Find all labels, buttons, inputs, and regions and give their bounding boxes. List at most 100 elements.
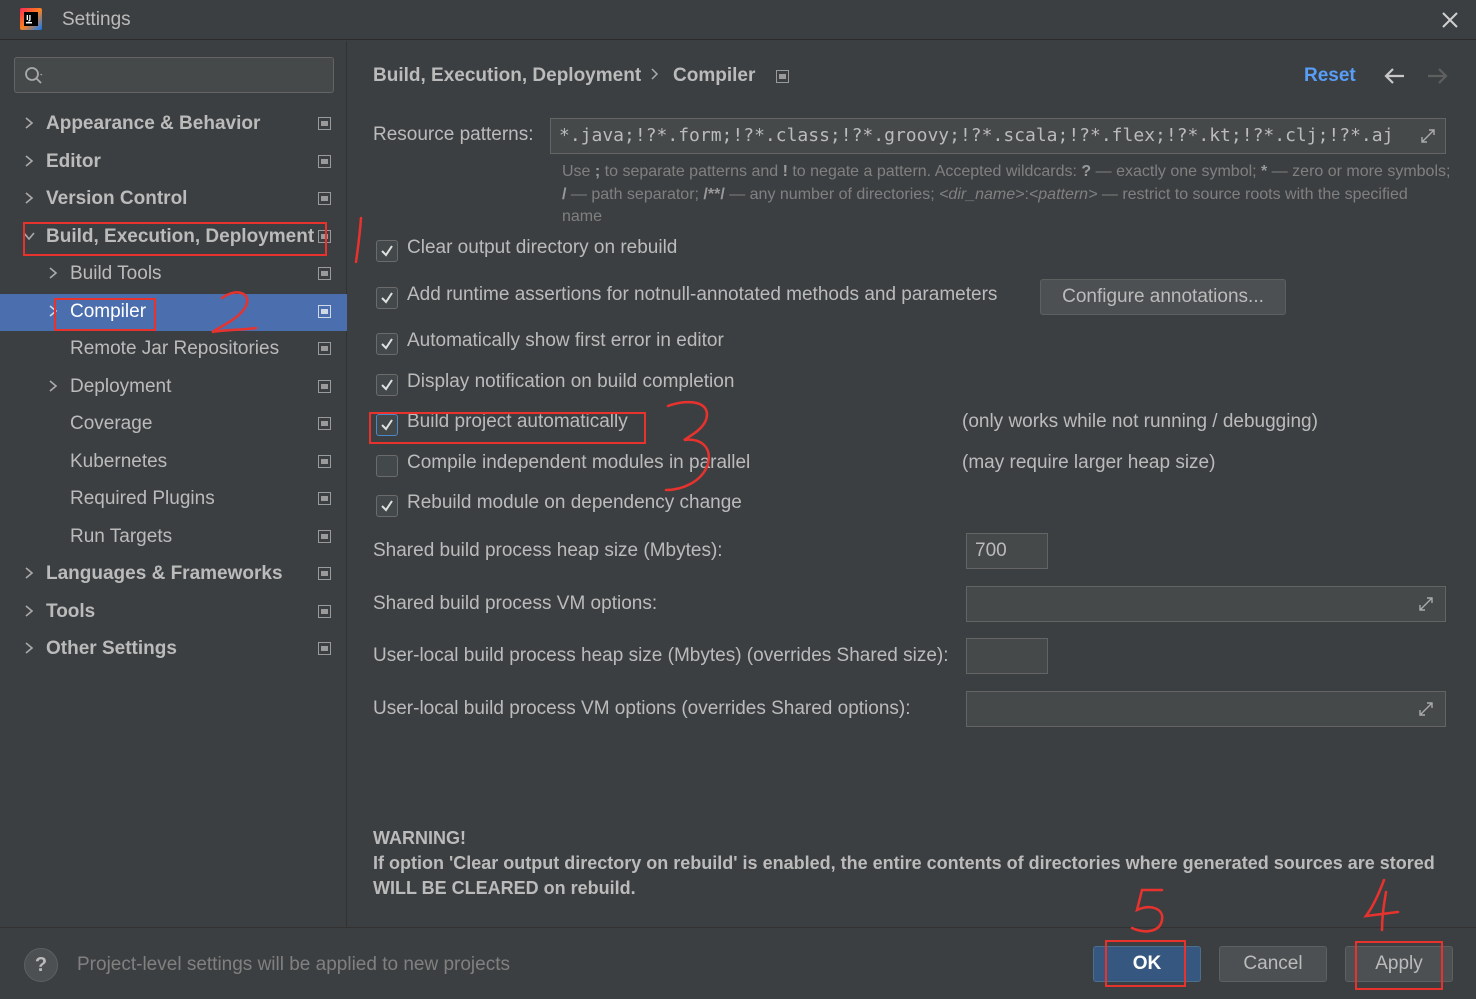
checkbox-checked[interactable] <box>376 287 398 309</box>
resource-patterns-value: *.java;!?*.form;!?*.class;!?*.groovy;!?*… <box>559 125 1394 146</box>
chevron-right-icon <box>25 567 34 579</box>
checkbox-checked[interactable] <box>376 333 398 355</box>
option-label: Rebuild module on dependency change <box>407 492 742 513</box>
footer-note: Project-level settings will be applied t… <box>77 954 510 975</box>
configure-annotations-button[interactable]: Configure annotations... <box>1040 279 1286 315</box>
option-label: Add runtime assertions for notnull-annot… <box>407 284 998 305</box>
sidebar-item-coverage[interactable]: Coverage <box>0 406 347 443</box>
sidebar-item-build-tools[interactable]: Build Tools <box>0 256 347 293</box>
user-vm-input[interactable] <box>966 691 1446 727</box>
expand-icon[interactable] <box>1417 700 1435 718</box>
checkbox-unchecked[interactable] <box>376 455 398 477</box>
sidebar-item-label: Editor <box>46 151 101 172</box>
user-heap-input[interactable] <box>966 638 1048 674</box>
sidebar-item-run-targets[interactable]: Run Targets <box>0 519 347 556</box>
intellij-app-icon: IJ <box>20 8 42 30</box>
annotation-box-ok <box>1105 940 1186 987</box>
sidebar-item-label: Appearance & Behavior <box>46 113 261 134</box>
chevron-right-icon <box>49 267 58 279</box>
check-icon <box>381 245 393 257</box>
sidebar-item-kubernetes[interactable]: Kubernetes <box>0 444 347 481</box>
sidebar-item-deployment[interactable]: Deployment <box>0 369 347 406</box>
option-label: Compile independent modules in parallel <box>407 452 751 473</box>
annotation-box-apply <box>1355 941 1443 990</box>
warning-text: If option 'Clear output directory on reb… <box>373 853 1435 898</box>
project-scope-icon <box>318 492 331 505</box>
reset-link[interactable]: Reset <box>1304 65 1356 87</box>
check-icon <box>381 292 393 304</box>
sidebar-item-editor[interactable]: Editor <box>0 144 347 181</box>
chevron-right-icon <box>25 117 34 129</box>
project-scope-icon <box>318 342 331 355</box>
option-label: Display notification on build completion <box>407 371 735 392</box>
sidebar-item-compiler[interactable]: Compiler <box>0 294 347 331</box>
sidebar-item-required-plugins[interactable]: Required Plugins <box>0 481 347 518</box>
sidebar-item-remote-jar-repositories[interactable]: Remote Jar Repositories <box>0 331 347 368</box>
sidebar-item-label: Remote Jar Repositories <box>70 338 280 359</box>
sidebar-item-other-settings[interactable]: Other Settings <box>0 631 347 668</box>
help-icon[interactable]: ? <box>24 948 58 982</box>
clear-output-warning: WARNING! If option 'Clear output directo… <box>373 826 1453 901</box>
sidebar-item-label: Required Plugins <box>70 488 215 509</box>
forward-arrow-icon[interactable] <box>1424 65 1450 87</box>
expand-icon[interactable] <box>1419 127 1437 145</box>
project-scope-icon <box>318 117 331 130</box>
settings-search[interactable] <box>14 57 334 93</box>
sidebar-item-label: Languages & Frameworks <box>46 563 283 584</box>
compiler-settings-panel: Build, Execution, Deployment Compiler Re… <box>348 41 1476 927</box>
chevron-right-icon <box>25 155 34 167</box>
resource-patterns-label: Resource patterns: <box>373 124 534 145</box>
breadcrumb-separator-icon <box>651 68 659 80</box>
svg-text:IJ: IJ <box>26 14 31 22</box>
annotation-box-build-execution <box>23 222 327 256</box>
sidebar-item-version-control[interactable]: Version Control <box>0 181 347 218</box>
user-vm-label: User-local build process VM options (ove… <box>373 698 911 719</box>
chevron-right-icon <box>25 192 34 204</box>
window-title: Settings <box>62 9 131 30</box>
project-scope-icon <box>318 417 331 430</box>
check-icon <box>381 500 393 512</box>
cancel-button[interactable]: Cancel <box>1219 946 1327 982</box>
resource-patterns-input[interactable]: *.java;!?*.form;!?*.class;!?*.groovy;!?*… <box>550 118 1446 154</box>
chevron-right-icon <box>49 380 58 392</box>
sidebar-item-appearance-behavior[interactable]: Appearance & Behavior <box>0 106 347 143</box>
back-arrow-icon[interactable] <box>1382 65 1408 87</box>
sidebar-item-tools[interactable]: Tools <box>0 594 347 631</box>
shared-vm-input[interactable] <box>966 586 1446 622</box>
breadcrumb-current: Compiler <box>673 65 756 86</box>
annotation-box-build-automatically <box>369 412 646 444</box>
checkbox-checked[interactable] <box>376 374 398 396</box>
chevron-right-icon <box>25 605 34 617</box>
shared-heap-input[interactable]: 700 <box>966 533 1048 569</box>
annotation-box-compiler <box>54 298 156 331</box>
build-automatically-note: (only works while not running / debuggin… <box>962 411 1318 432</box>
checkbox-checked[interactable] <box>376 240 398 262</box>
sidebar-item-label: Coverage <box>70 413 153 434</box>
project-scope-icon <box>318 305 331 318</box>
project-scope-icon <box>318 605 331 618</box>
breadcrumb-parent[interactable]: Build, Execution, Deployment <box>373 65 641 87</box>
resource-patterns-hint: Use ; to separate patterns and ! to nega… <box>562 163 1451 225</box>
project-scope-icon <box>318 642 331 655</box>
warning-title: WARNING! <box>373 828 466 848</box>
shared-heap-value: 700 <box>975 540 1007 561</box>
search-icon <box>25 67 43 84</box>
sidebar-item-label: Tools <box>46 601 96 622</box>
close-icon[interactable] <box>1436 6 1464 34</box>
checkbox-checked[interactable] <box>376 495 398 517</box>
option-label: Automatically show first error in editor <box>407 330 724 351</box>
sidebar-item-label: Kubernetes <box>70 451 168 472</box>
expand-icon[interactable] <box>1417 595 1435 613</box>
project-scope-icon <box>318 567 331 580</box>
project-scope-icon <box>318 380 331 393</box>
option-label: Clear output directory on rebuild <box>407 237 678 258</box>
shared-heap-label: Shared build process heap size (Mbytes): <box>373 540 723 561</box>
project-scope-icon <box>318 530 331 543</box>
search-input[interactable] <box>53 62 323 88</box>
shared-vm-label: Shared build process VM options: <box>373 593 658 614</box>
sidebar-item-languages-frameworks[interactable]: Languages & Frameworks <box>0 556 347 593</box>
check-icon <box>381 379 393 391</box>
title-bar: IJ Settings <box>0 0 1476 40</box>
sidebar-item-label: Run Targets <box>70 526 173 547</box>
project-scope-icon <box>776 70 789 83</box>
